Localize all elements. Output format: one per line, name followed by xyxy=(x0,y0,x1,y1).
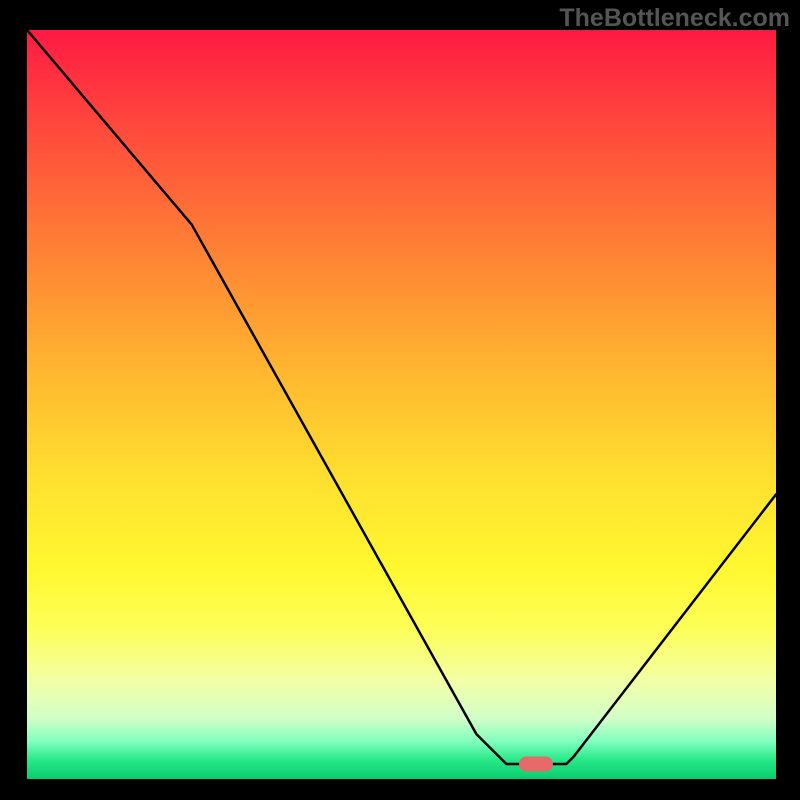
watermark-text: TheBottleneck.com xyxy=(559,4,790,33)
plot-area xyxy=(27,30,776,779)
bottleneck-curve xyxy=(27,30,776,779)
chart-frame: TheBottleneck.com xyxy=(0,0,800,800)
optimal-marker xyxy=(519,757,553,772)
